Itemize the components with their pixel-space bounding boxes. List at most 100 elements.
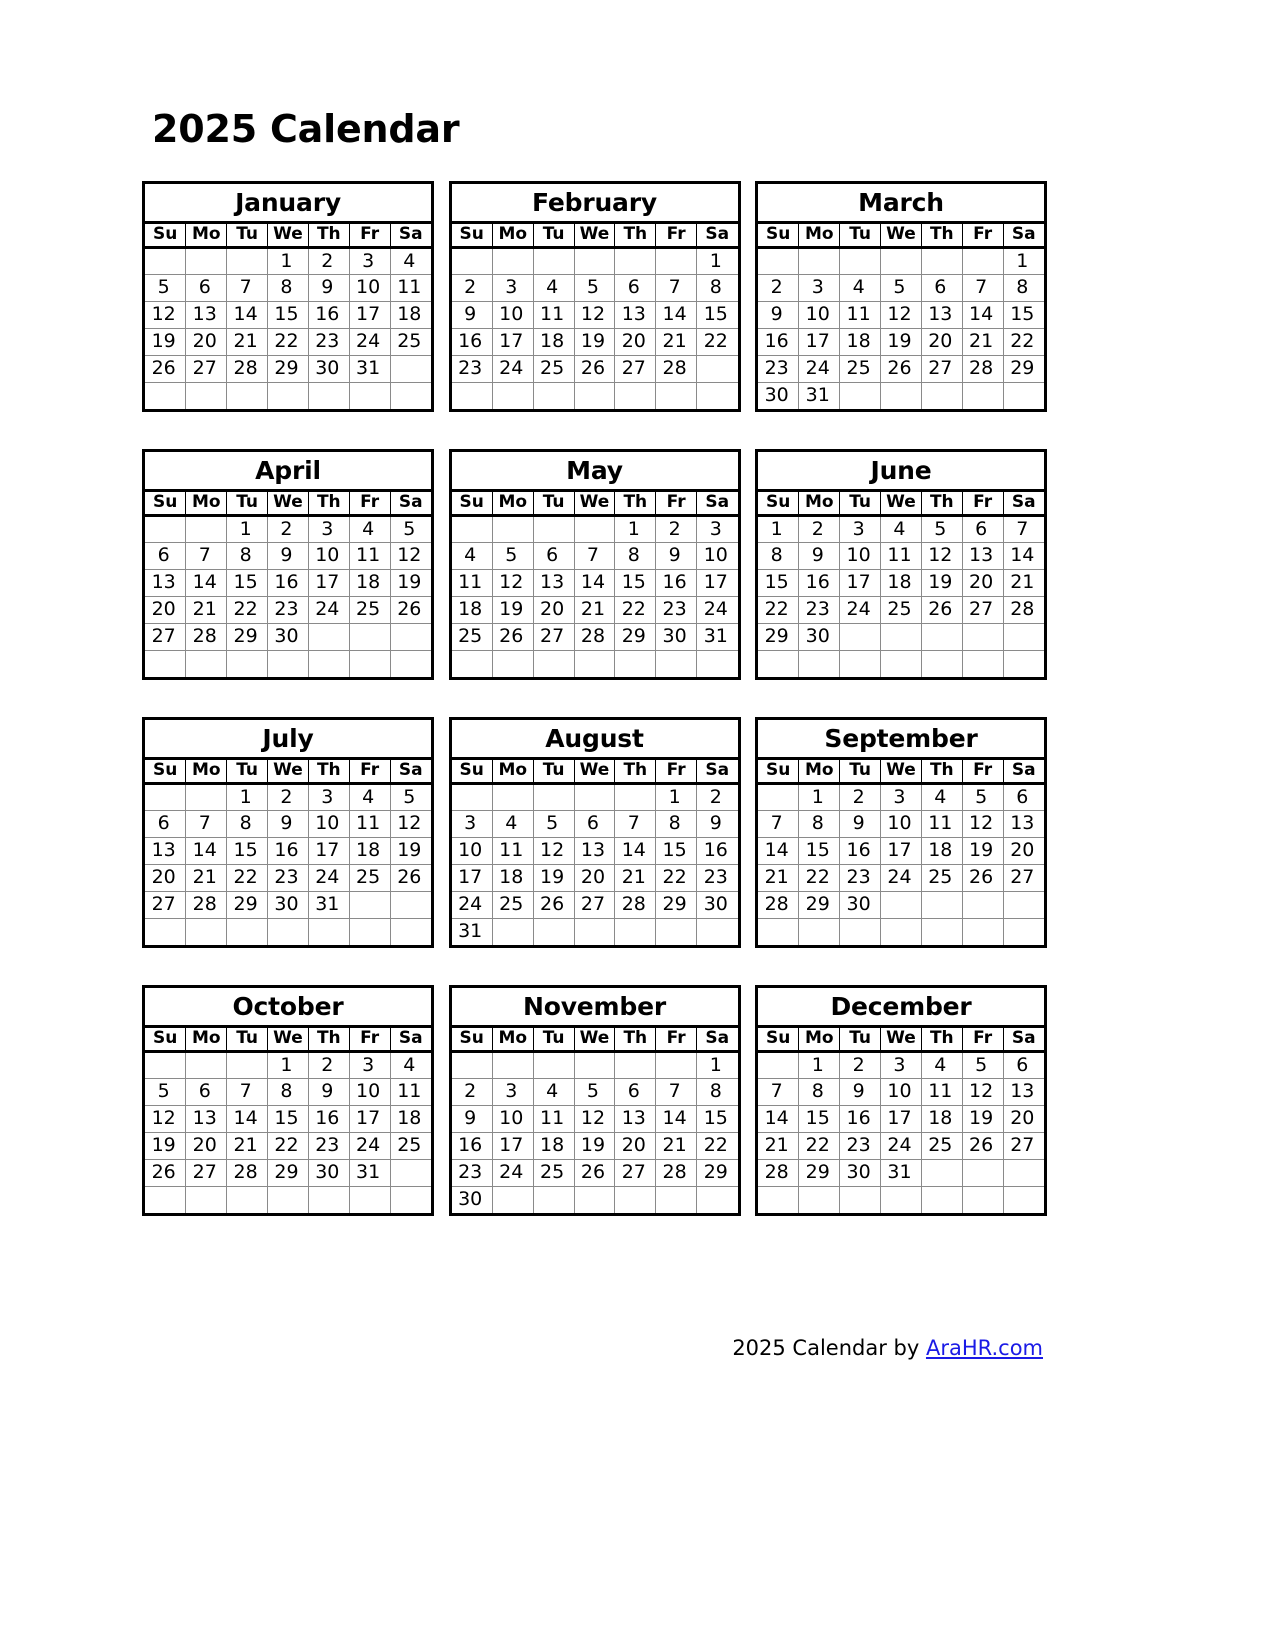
day-cell[interactable]: 8 [226, 810, 269, 838]
day-cell[interactable]: 25 [390, 1132, 431, 1160]
day-cell[interactable]: 7 [226, 274, 269, 302]
day-cell[interactable]: 16 [267, 837, 309, 865]
day-cell[interactable]: 15 [696, 1105, 738, 1133]
day-cell[interactable]: 11 [921, 810, 963, 838]
day-cell[interactable]: 21 [226, 328, 269, 356]
day-cell[interactable]: 10 [880, 810, 922, 838]
day-cell[interactable]: 28 [226, 355, 269, 383]
day-cell[interactable]: 24 [880, 864, 922, 892]
day-cell[interactable]: 6 [145, 810, 187, 838]
day-cell[interactable]: 2 [267, 783, 309, 811]
day-cell[interactable]: 29 [1003, 355, 1044, 383]
day-cell[interactable]: 14 [185, 837, 228, 865]
day-cell[interactable]: 27 [145, 623, 187, 651]
day-cell[interactable]: 22 [798, 1132, 841, 1160]
day-cell[interactable]: 1 [226, 515, 269, 543]
day-cell[interactable]: 17 [880, 837, 922, 865]
day-cell[interactable]: 10 [798, 301, 841, 329]
day-cell[interactable]: 12 [145, 1105, 187, 1133]
day-cell[interactable]: 8 [696, 274, 738, 302]
day-cell[interactable]: 28 [655, 1159, 698, 1187]
arahr-link[interactable]: AraHR.com [926, 1336, 1043, 1360]
day-cell[interactable]: 25 [921, 864, 963, 892]
day-cell[interactable]: 7 [962, 274, 1004, 302]
day-cell[interactable]: 17 [492, 328, 534, 356]
day-cell[interactable]: 19 [574, 1132, 616, 1160]
day-cell[interactable]: 2 [267, 515, 309, 543]
day-cell[interactable]: 10 [880, 1078, 922, 1106]
day-cell[interactable]: 11 [533, 301, 575, 329]
day-cell[interactable]: 3 [880, 1051, 922, 1079]
day-cell[interactable]: 22 [1003, 328, 1044, 356]
day-cell[interactable]: 25 [921, 1132, 963, 1160]
day-cell[interactable]: 29 [267, 1159, 309, 1187]
day-cell[interactable]: 5 [145, 1078, 187, 1106]
day-cell[interactable]: 15 [226, 837, 269, 865]
day-cell[interactable]: 19 [145, 1132, 187, 1160]
day-cell[interactable]: 5 [880, 274, 922, 302]
day-cell[interactable]: 17 [839, 569, 882, 597]
day-cell[interactable]: 23 [267, 596, 309, 624]
day-cell[interactable]: 16 [758, 328, 800, 356]
day-cell[interactable]: 6 [185, 1078, 228, 1106]
day-cell[interactable]: 22 [267, 1132, 309, 1160]
day-cell[interactable]: 30 [655, 623, 698, 651]
day-cell[interactable]: 10 [349, 1078, 391, 1106]
day-cell[interactable]: 6 [614, 274, 657, 302]
day-cell[interactable]: 16 [798, 569, 841, 597]
day-cell[interactable]: 9 [451, 301, 493, 329]
day-cell[interactable]: 2 [839, 1051, 882, 1079]
day-cell[interactable]: 4 [921, 1051, 963, 1079]
day-cell[interactable]: 16 [839, 1105, 882, 1133]
day-cell[interactable]: 8 [1003, 274, 1044, 302]
day-cell[interactable]: 16 [839, 837, 882, 865]
day-cell[interactable]: 12 [533, 837, 575, 865]
day-cell[interactable]: 30 [839, 1159, 882, 1187]
day-cell[interactable]: 24 [492, 1159, 534, 1187]
day-cell[interactable]: 3 [308, 515, 350, 543]
day-cell[interactable]: 20 [574, 864, 616, 892]
day-cell[interactable]: 26 [962, 864, 1004, 892]
day-cell[interactable]: 27 [145, 891, 187, 919]
day-cell[interactable]: 7 [574, 542, 616, 570]
day-cell[interactable]: 29 [226, 623, 269, 651]
day-cell[interactable]: 16 [308, 301, 350, 329]
day-cell[interactable]: 20 [145, 596, 187, 624]
day-cell[interactable]: 22 [614, 596, 657, 624]
day-cell[interactable]: 2 [308, 1051, 350, 1079]
day-cell[interactable]: 23 [451, 1159, 493, 1187]
day-cell[interactable]: 27 [614, 1159, 657, 1187]
day-cell[interactable]: 29 [267, 355, 309, 383]
day-cell[interactable]: 4 [390, 247, 431, 275]
day-cell[interactable]: 10 [308, 810, 350, 838]
day-cell[interactable]: 11 [390, 274, 431, 302]
day-cell[interactable]: 5 [962, 783, 1004, 811]
day-cell[interactable]: 12 [921, 542, 963, 570]
day-cell[interactable]: 21 [1003, 569, 1044, 597]
day-cell[interactable]: 4 [349, 783, 391, 811]
day-cell[interactable]: 28 [185, 623, 228, 651]
day-cell[interactable]: 15 [655, 837, 698, 865]
day-cell[interactable]: 6 [614, 1078, 657, 1106]
day-cell[interactable]: 21 [185, 864, 228, 892]
day-cell[interactable]: 29 [226, 891, 269, 919]
day-cell[interactable]: 23 [267, 864, 309, 892]
day-cell[interactable]: 18 [533, 328, 575, 356]
day-cell[interactable]: 20 [962, 569, 1004, 597]
day-cell[interactable]: 16 [451, 1132, 493, 1160]
day-cell[interactable]: 1 [1003, 247, 1044, 275]
day-cell[interactable]: 2 [655, 515, 698, 543]
day-cell[interactable]: 13 [574, 837, 616, 865]
day-cell[interactable]: 24 [349, 1132, 391, 1160]
day-cell[interactable]: 18 [349, 837, 391, 865]
day-cell[interactable]: 5 [533, 810, 575, 838]
day-cell[interactable]: 25 [533, 1159, 575, 1187]
day-cell[interactable]: 18 [533, 1132, 575, 1160]
day-cell[interactable]: 7 [614, 810, 657, 838]
day-cell[interactable]: 6 [185, 274, 228, 302]
day-cell[interactable]: 18 [492, 864, 534, 892]
day-cell[interactable]: 24 [798, 355, 841, 383]
day-cell[interactable]: 21 [758, 864, 800, 892]
day-cell[interactable]: 10 [451, 837, 493, 865]
day-cell[interactable]: 21 [758, 1132, 800, 1160]
